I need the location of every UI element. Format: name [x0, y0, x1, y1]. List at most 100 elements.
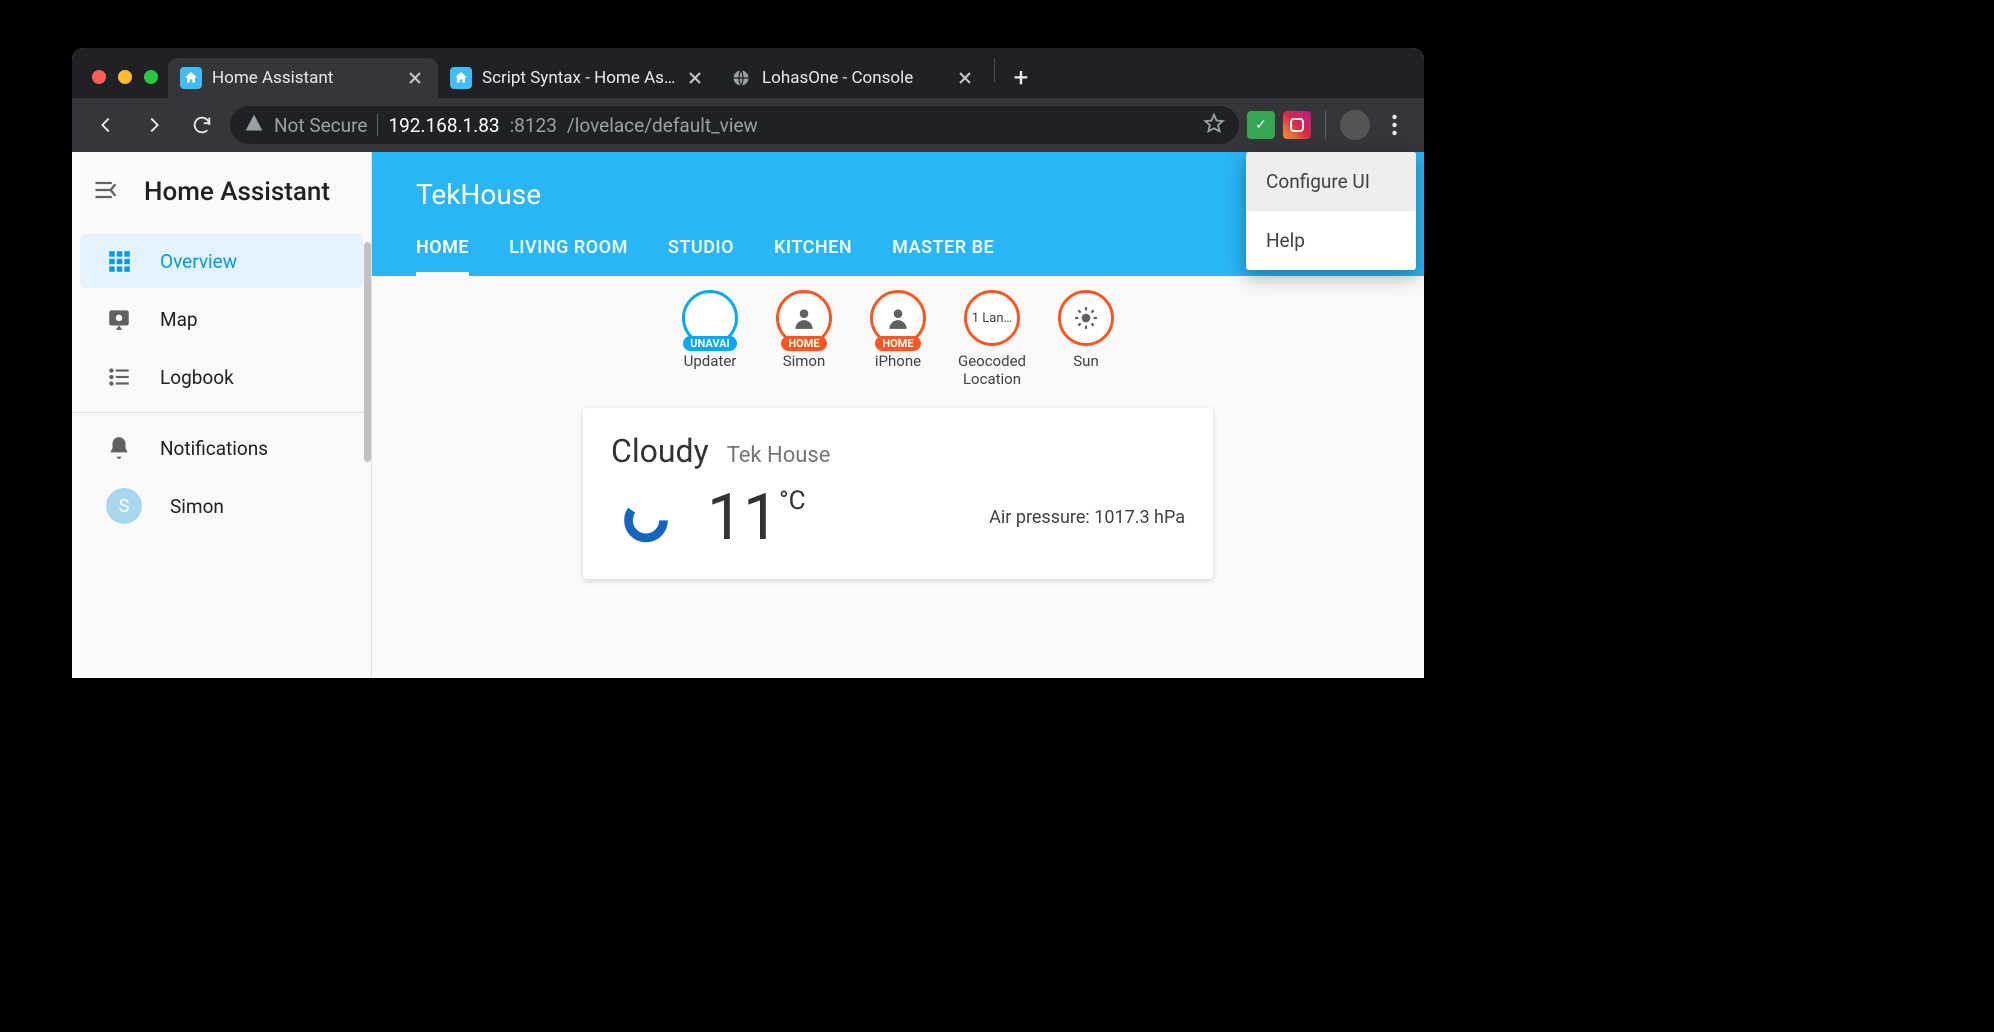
weather-header: Cloudy Tek House	[611, 432, 1185, 470]
weather-location: Tek House	[727, 443, 831, 468]
extension-1-icon[interactable]: ✓	[1247, 111, 1275, 139]
tab-close-icon[interactable]	[408, 70, 424, 86]
tab-title: Script Syntax - Home Assistant	[482, 68, 678, 88]
badge-pill: HOME	[781, 336, 826, 351]
temp-unit: °C	[779, 486, 806, 516]
sidebar-item-label: Map	[160, 308, 198, 331]
sidebar-header: Home Assistant	[72, 152, 371, 232]
grid-icon	[106, 248, 132, 274]
tab-title: LohasOne - Console	[762, 68, 948, 88]
tab-living-room[interactable]: LIVING ROOM	[509, 237, 628, 276]
ext-separator	[1325, 111, 1326, 139]
url-port: :8123	[510, 114, 557, 137]
sidebar-item-logbook[interactable]: Logbook	[80, 350, 363, 404]
tab-separator	[994, 58, 995, 82]
url-path: /lovelace/default_view	[567, 114, 758, 137]
overflow-menu: Configure UI Help	[1246, 152, 1416, 270]
favicon-ha-icon	[180, 67, 202, 89]
menu-item-help[interactable]: Help	[1246, 211, 1416, 270]
badge-label: Updater	[684, 352, 737, 370]
window-close-icon[interactable]	[92, 70, 106, 84]
browser-menu-icon[interactable]	[1378, 114, 1410, 136]
badge-label: Simon	[783, 352, 826, 370]
url-separator	[377, 114, 378, 136]
browser-tab-2[interactable]: LohasOne - Console	[718, 58, 988, 98]
not-secure-icon	[244, 113, 264, 138]
badge-sun[interactable]: Sun	[1049, 290, 1123, 388]
url-host: 192.168.1.83	[388, 114, 499, 137]
weather-row: 11°C Air pressure: 1017.3 hPa	[611, 480, 1185, 555]
browser-tab-1[interactable]: Script Syntax - Home Assistant	[438, 58, 718, 98]
sidebar-item-overview[interactable]: Overview	[80, 234, 363, 288]
favicon-globe-icon	[730, 67, 752, 89]
sidebar-item-label: Overview	[160, 250, 237, 273]
temp-value: 11	[707, 480, 779, 555]
pressure-label: Air pressure:	[989, 507, 1090, 528]
tab-master-bedroom[interactable]: MASTER BE	[892, 237, 994, 276]
favicon-ha-icon	[450, 67, 472, 89]
nav-forward-button[interactable]	[134, 105, 174, 145]
sidebar-divider	[72, 412, 371, 413]
logbook-icon	[106, 364, 132, 390]
badge-updater[interactable]: UNAVAI Updater	[673, 290, 747, 388]
tabstrip: Home Assistant Script Syntax - Home Assi…	[72, 48, 1424, 98]
sidebar-item-map[interactable]: Map	[80, 292, 363, 346]
badge-circle	[1058, 290, 1114, 346]
weather-pressure: Air pressure: 1017.3 hPa	[989, 507, 1185, 528]
bell-icon	[106, 435, 132, 461]
app: Home Assistant Overview Map Logbook Noti…	[72, 152, 1424, 678]
tab-title: Home Assistant	[212, 68, 398, 88]
sidebar-item-label: Logbook	[160, 366, 234, 389]
badge-pill: HOME	[875, 336, 920, 351]
window-zoom-icon[interactable]	[144, 70, 158, 84]
weather-temp: 11°C	[707, 480, 806, 555]
cloudy-icon	[611, 481, 681, 555]
badge-circle: UNAVAI	[682, 290, 738, 346]
person-icon	[791, 305, 817, 331]
badge-label: iPhone	[875, 352, 921, 370]
browser-chrome: Home Assistant Script Syntax - Home Assi…	[72, 48, 1424, 152]
sidebar-scrollbar[interactable]	[364, 242, 371, 462]
badge-circle: HOME	[870, 290, 926, 346]
badge-label: Geocoded Location	[955, 352, 1029, 388]
browser-tab-0[interactable]: Home Assistant	[168, 58, 438, 98]
view-tabs: HOME LIVING ROOM STUDIO KITCHEN MASTER B…	[416, 237, 1380, 276]
url-toolbar: Not Secure 192.168.1.83:8123/lovelace/de…	[72, 98, 1424, 152]
sidebar-item-user[interactable]: S Simon	[80, 479, 363, 533]
badge-row: UNAVAI Updater HOME Simon HOME	[372, 276, 1424, 394]
badge-label: Sun	[1073, 352, 1098, 370]
badge-pill: UNAVAI	[683, 336, 736, 351]
sidebar-item-label: Notifications	[160, 437, 268, 460]
window-controls	[86, 70, 168, 98]
weather-card[interactable]: Cloudy Tek House 11°C Air pressure: 1017…	[583, 408, 1213, 579]
new-tab-button[interactable]: +	[1001, 58, 1041, 98]
sidebar-item-label: Simon	[170, 495, 224, 518]
sun-icon	[1073, 305, 1099, 331]
person-icon	[885, 305, 911, 331]
tab-close-icon[interactable]	[688, 70, 704, 86]
tab-home[interactable]: HOME	[416, 237, 469, 276]
window-minimize-icon[interactable]	[118, 70, 132, 84]
sidebar-title: Home Assistant	[144, 177, 330, 207]
menu-item-configure-ui[interactable]: Configure UI	[1246, 152, 1416, 211]
sidebar: Home Assistant Overview Map Logbook Noti…	[72, 152, 372, 678]
tab-kitchen[interactable]: KITCHEN	[774, 237, 852, 276]
weather-condition: Cloudy	[611, 432, 709, 470]
address-bar[interactable]: Not Secure 192.168.1.83:8123/lovelace/de…	[230, 106, 1239, 144]
sidebar-toggle-icon[interactable]	[82, 176, 120, 208]
pressure-value: 1017.3 hPa	[1094, 507, 1185, 528]
tab-close-icon[interactable]	[958, 70, 974, 86]
badge-simon[interactable]: HOME Simon	[767, 290, 841, 388]
bookmark-star-icon[interactable]	[1203, 112, 1225, 139]
profile-avatar-icon[interactable]	[1340, 110, 1370, 140]
badge-iphone[interactable]: HOME iPhone	[861, 290, 935, 388]
dashboard-title: TekHouse	[416, 178, 1380, 211]
extension-2-icon[interactable]	[1283, 111, 1311, 139]
badge-circle: HOME	[776, 290, 832, 346]
sidebar-item-notifications[interactable]: Notifications	[80, 421, 363, 475]
badge-geocoded[interactable]: 1 Lan… Geocoded Location	[955, 290, 1029, 388]
nav-back-button[interactable]	[86, 105, 126, 145]
nav-reload-button[interactable]	[182, 105, 222, 145]
tab-studio[interactable]: STUDIO	[668, 237, 734, 276]
badge-text: 1 Lan…	[972, 311, 1012, 326]
